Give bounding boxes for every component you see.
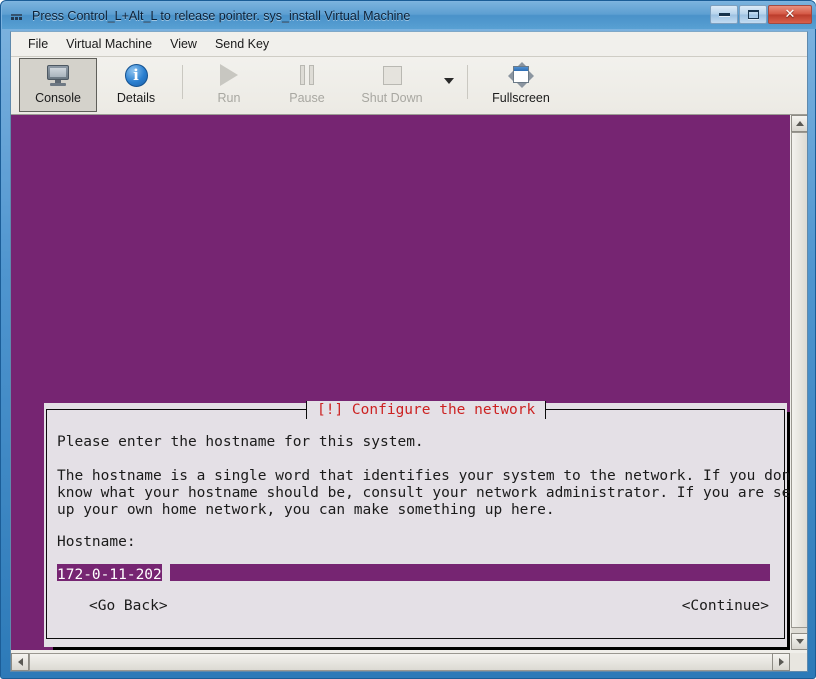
toolbar-label-console: Console [35, 91, 81, 105]
window-titlebar[interactable]: Press Control_L+Alt_L to release pointer… [2, 2, 816, 29]
vertical-scrollbar[interactable] [790, 115, 807, 650]
minimize-icon [718, 13, 730, 16]
play-icon [220, 62, 238, 88]
scroll-up-button[interactable] [791, 115, 807, 132]
virtual-machine-window: Press Control_L+Alt_L to release pointer… [0, 0, 816, 679]
minimize-button[interactable] [710, 5, 738, 24]
hostname-input-fill: ________________________________________… [169, 567, 770, 581]
scroll-down-button[interactable] [791, 633, 807, 650]
scroll-right-arrow [778, 658, 784, 666]
stop-icon [382, 62, 402, 88]
dialog-intro-text: Please enter the hostname for this syste… [57, 434, 424, 450]
close-icon: ✕ [784, 7, 796, 22]
scroll-down-arrow [795, 639, 804, 644]
scroll-right-button[interactable] [772, 653, 790, 671]
menu-virtual-machine[interactable]: Virtual Machine [57, 34, 161, 54]
hostname-input-value: 172-0-11-202 [57, 567, 162, 581]
vertical-scrollbar-thumb[interactable] [791, 132, 807, 628]
maximize-icon [747, 10, 759, 19]
close-button[interactable]: ✕ [768, 5, 812, 24]
menu-send-key[interactable]: Send Key [206, 34, 278, 54]
toolbar-label-pause: Pause [289, 91, 325, 105]
horizontal-scrollbar[interactable] [11, 653, 790, 671]
hostname-input[interactable]: 172-0-11-202 ____________________________… [57, 564, 770, 581]
toolbar-separator-1 [182, 65, 183, 99]
menubar: File Virtual Machine View Send Key [11, 32, 807, 57]
scroll-up-arrow [795, 121, 804, 126]
scroll-left-arrow [17, 658, 23, 666]
toolbar-button-run[interactable]: Run [190, 58, 268, 112]
shutdown-dropdown-button[interactable] [438, 57, 460, 111]
window-client-area: File Virtual Machine View Send Key Conso… [10, 31, 808, 672]
horizontal-scrollbar-thumb[interactable] [29, 653, 773, 671]
go-back-button[interactable]: <Go Back> [89, 598, 168, 615]
scrollbar-corner [790, 653, 807, 671]
toolbar-button-shutdown[interactable]: Shut Down [346, 58, 438, 112]
toolbar-button-fullscreen[interactable]: Fullscreen [475, 58, 567, 112]
toolbar-label-details: Details [116, 91, 156, 105]
continue-button[interactable]: <Continue> [682, 598, 769, 615]
toolbar-label-fullscreen: Fullscreen [492, 91, 550, 105]
fullscreen-icon [508, 62, 534, 88]
toolbar-button-console[interactable]: Console [19, 58, 97, 112]
window-title: Press Control_L+Alt_L to release pointer… [32, 8, 411, 23]
menu-view[interactable]: View [161, 34, 206, 54]
dialog-title: [!] Configure the network [306, 401, 547, 419]
toolbar: Console i Details Run Pause Shut Down Fu… [11, 57, 807, 115]
chevron-down-icon [444, 78, 454, 84]
console-viewport: [!] Configure the network Please enter t… [11, 115, 807, 671]
text-cursor [161, 564, 170, 581]
menu-file[interactable]: File [19, 34, 57, 54]
hostname-label: Hostname: [57, 534, 136, 550]
virt-manager-icon [10, 8, 26, 24]
toolbar-button-details[interactable]: i Details [97, 58, 175, 112]
toolbar-separator-2 [467, 65, 468, 99]
info-icon: i [124, 62, 148, 88]
toolbar-label-shutdown: Shut Down [361, 91, 423, 105]
guest-display[interactable]: [!] Configure the network Please enter t… [11, 115, 790, 650]
dialog-panel: [!] Configure the network Please enter t… [44, 401, 790, 647]
maximize-button[interactable] [739, 5, 767, 24]
scroll-left-button[interactable] [11, 653, 29, 671]
toolbar-button-pause[interactable]: Pause [268, 58, 346, 112]
dialog-body-text: The hostname is a single word that ident… [57, 468, 790, 518]
pause-icon [300, 62, 314, 88]
monitor-icon [46, 62, 70, 88]
toolbar-label-run: Run [217, 91, 241, 105]
window-controls: ✕ [709, 4, 812, 25]
